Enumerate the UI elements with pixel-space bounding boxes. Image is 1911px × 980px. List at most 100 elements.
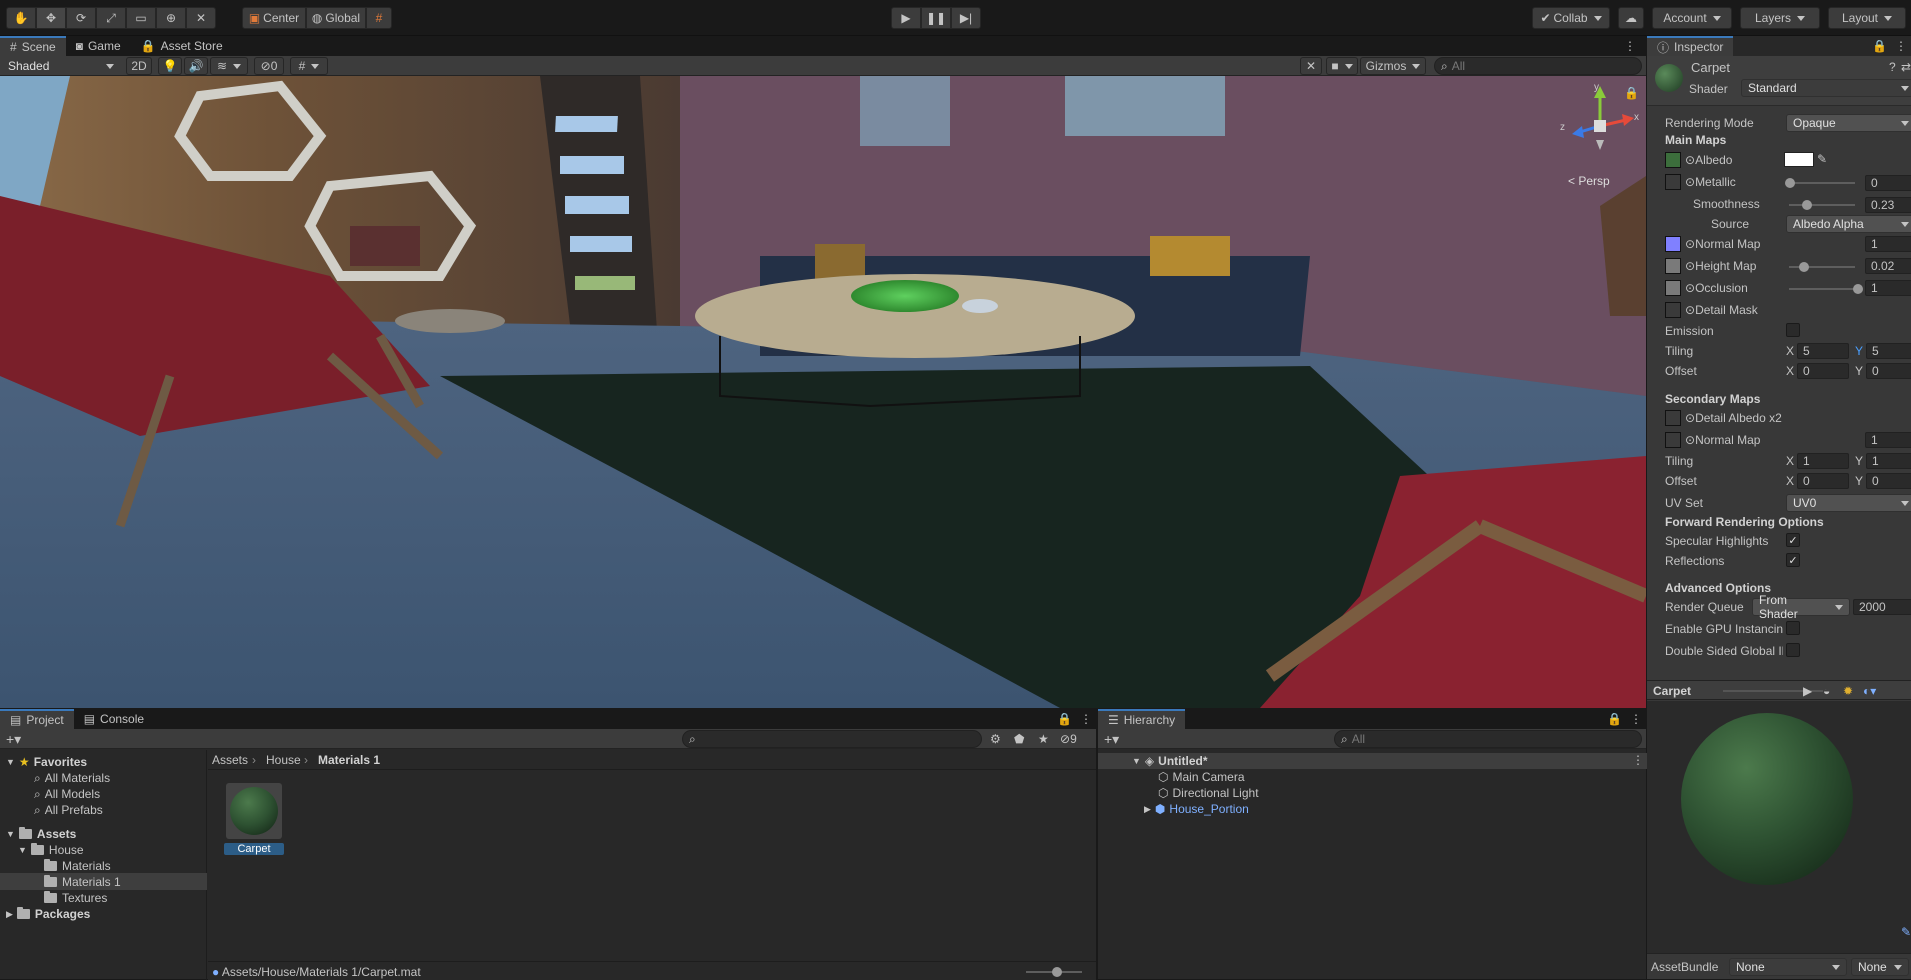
- asset-bundle-dropdown[interactable]: None: [1729, 958, 1847, 976]
- hand-tool-button[interactable]: ✋: [6, 7, 36, 29]
- panel-menu-icon[interactable]: ⋮: [1614, 36, 1646, 56]
- account-dropdown[interactable]: Account: [1652, 7, 1732, 29]
- gizmos-dropdown[interactable]: Gizmos: [1360, 57, 1426, 75]
- shading-mode-dropdown[interactable]: Shaded: [2, 57, 120, 75]
- assets-folder[interactable]: ▼ Assets: [6, 826, 76, 842]
- lock-icon[interactable]: 🔒: [1624, 86, 1639, 100]
- metallic-value-field[interactable]: 0: [1865, 175, 1911, 191]
- settings-icon[interactable]: ⇄: [1901, 60, 1911, 74]
- rect-tool-button[interactable]: ▭: [126, 7, 156, 29]
- help-icon[interactable]: ?: [1889, 60, 1896, 74]
- transform-tool-button[interactable]: ⊕: [156, 7, 186, 29]
- scene-viewport[interactable]: y x z < Persp 🔒: [0, 76, 1646, 708]
- create-dropdown[interactable]: +▾: [6, 731, 21, 748]
- rendering-mode-dropdown[interactable]: Opaque: [1786, 114, 1911, 132]
- tab-asset-store[interactable]: 🔒 Asset Store: [131, 36, 233, 56]
- specular-highlights-checkbox[interactable]: ✓: [1786, 533, 1800, 547]
- offset-x-field[interactable]: 0: [1797, 363, 1849, 379]
- favorite-item[interactable]: ⌕ All Materials: [34, 770, 110, 786]
- normal-map-value-field[interactable]: 1: [1865, 236, 1911, 252]
- eyedropper-icon[interactable]: ✎: [1817, 152, 1827, 166]
- audio-toggle-button[interactable]: 🔊: [184, 57, 208, 75]
- pause-button[interactable]: ❚❚: [921, 7, 951, 29]
- favorites-item[interactable]: ▼ ★ Favorites: [6, 754, 87, 770]
- scale-tool-button[interactable]: ⤢: [96, 7, 126, 29]
- render-queue-dropdown[interactable]: From Shader: [1752, 593, 1850, 621]
- collab-dropdown[interactable]: ✔ Collab: [1532, 7, 1610, 29]
- filter-by-type-icon[interactable]: ⚙: [990, 732, 1001, 746]
- offset-y-field[interactable]: 0: [1866, 363, 1911, 379]
- tag-icon[interactable]: ✎: [1901, 925, 1911, 939]
- metallic-slider-handle[interactable]: [1785, 178, 1795, 188]
- tab-scene[interactable]: # Scene: [0, 36, 66, 56]
- step-button[interactable]: ▶|: [951, 7, 981, 29]
- project-search-input[interactable]: ⌕: [682, 730, 982, 748]
- breadcrumb-materials-1[interactable]: Materials 1: [318, 753, 380, 767]
- albedo-texture-slot[interactable]: [1665, 152, 1681, 168]
- secondary-tiling-x-field[interactable]: 1: [1797, 453, 1849, 469]
- favorite-item[interactable]: ⌕ All Prefabs: [34, 802, 103, 818]
- secondary-offset-x-field[interactable]: 0: [1797, 473, 1849, 489]
- render-queue-value-field[interactable]: 2000: [1853, 599, 1911, 615]
- tab-project[interactable]: ▤ Project: [0, 709, 74, 729]
- scene-menu-icon[interactable]: ⋮: [1632, 753, 1644, 767]
- panel-menu-icon[interactable]: ⋮: [1626, 709, 1646, 729]
- asset-tile-carpet[interactable]: Carpet: [224, 781, 284, 857]
- scene-tools-button[interactable]: ✕: [1300, 57, 1322, 75]
- secondary-tiling-y-field[interactable]: 1: [1866, 453, 1911, 469]
- light-icon[interactable]: ✹: [1843, 684, 1853, 698]
- height-map-texture-slot[interactable]: [1665, 258, 1681, 274]
- breadcrumb-assets[interactable]: Assets: [212, 753, 248, 767]
- inspector-lock-icon[interactable]: 🔒: [1868, 36, 1891, 56]
- play-preview-icon[interactable]: ▶: [1803, 684, 1812, 698]
- material-preview[interactable]: ✎: [1647, 701, 1911, 967]
- play-button[interactable]: ▶: [891, 7, 921, 29]
- smoothness-slider-track[interactable]: [1789, 204, 1855, 206]
- tab-hierarchy[interactable]: ☰ Hierarchy: [1098, 709, 1186, 729]
- preview-shape-dropdown[interactable]: ◐▾: [1863, 684, 1876, 698]
- lighting-toggle-button[interactable]: 💡: [158, 57, 182, 75]
- panel-menu-icon[interactable]: ⋮: [1891, 36, 1911, 56]
- camera-dropdown[interactable]: ■: [1326, 57, 1358, 75]
- scene-search-input[interactable]: ⌕ All: [1434, 57, 1642, 75]
- occlusion-slider-track[interactable]: [1789, 288, 1855, 290]
- tiling-y-field[interactable]: 5: [1866, 343, 1911, 359]
- tiling-x-field[interactable]: 5: [1797, 343, 1849, 359]
- perspective-label[interactable]: < Persp: [1568, 174, 1610, 188]
- hierarchy-item-main-camera[interactable]: ⬡ Main Camera: [1158, 769, 1245, 785]
- scene-root-item[interactable]: ▼ ◈ Untitled*: [1132, 753, 1208, 769]
- albedo-color-field[interactable]: [1784, 152, 1814, 167]
- hidden-objects-button[interactable]: ⊘ 0: [254, 57, 284, 75]
- detail-mask-texture-slot[interactable]: [1665, 302, 1681, 318]
- gpu-instancing-checkbox[interactable]: [1786, 621, 1800, 635]
- grid-snap-button[interactable]: #: [366, 7, 392, 29]
- smoothness-source-dropdown[interactable]: Albedo Alpha: [1786, 215, 1911, 233]
- 2d-toggle-button[interactable]: 2D: [126, 57, 152, 75]
- occlusion-texture-slot[interactable]: [1665, 280, 1681, 296]
- secondary-normal-map-slot[interactable]: [1665, 432, 1681, 448]
- effects-dropdown[interactable]: ≋: [210, 57, 248, 75]
- normal-map-texture-slot[interactable]: [1665, 236, 1681, 252]
- metallic-texture-slot[interactable]: [1665, 174, 1681, 190]
- detail-albedo-texture-slot[interactable]: [1665, 410, 1681, 426]
- double-sided-gi-checkbox[interactable]: [1786, 643, 1800, 657]
- panel-menu-icon[interactable]: ⋮: [1076, 709, 1096, 729]
- asset-bundle-variant-dropdown[interactable]: None: [1851, 958, 1909, 976]
- materials-1-folder[interactable]: Materials 1: [44, 874, 121, 890]
- tab-inspector[interactable]: ⓘ Inspector: [1647, 36, 1734, 56]
- packages-folder[interactable]: ▶ Packages: [6, 906, 90, 922]
- cloud-button[interactable]: ☁: [1618, 7, 1644, 29]
- favorite-star-icon[interactable]: ★: [1038, 732, 1049, 746]
- global-button[interactable]: ◍ Global: [306, 7, 366, 29]
- icon-size-slider-handle[interactable]: [1052, 967, 1062, 977]
- center-pivot-button[interactable]: ▣ Center: [242, 7, 306, 29]
- textures-folder[interactable]: Textures: [44, 890, 107, 906]
- materials-folder[interactable]: Materials: [44, 858, 111, 874]
- sphere-mesh-icon[interactable]: ◒: [1823, 684, 1830, 698]
- grid-dropdown[interactable]: #: [290, 57, 328, 75]
- layers-dropdown[interactable]: Layers: [1740, 7, 1820, 29]
- hidden-packages-button[interactable]: ⊘9: [1060, 732, 1077, 746]
- breadcrumb-house[interactable]: House: [266, 753, 301, 767]
- custom-tool-button[interactable]: ✕: [186, 7, 216, 29]
- hierarchy-item-directional-light[interactable]: ⬡ Directional Light: [1158, 785, 1259, 801]
